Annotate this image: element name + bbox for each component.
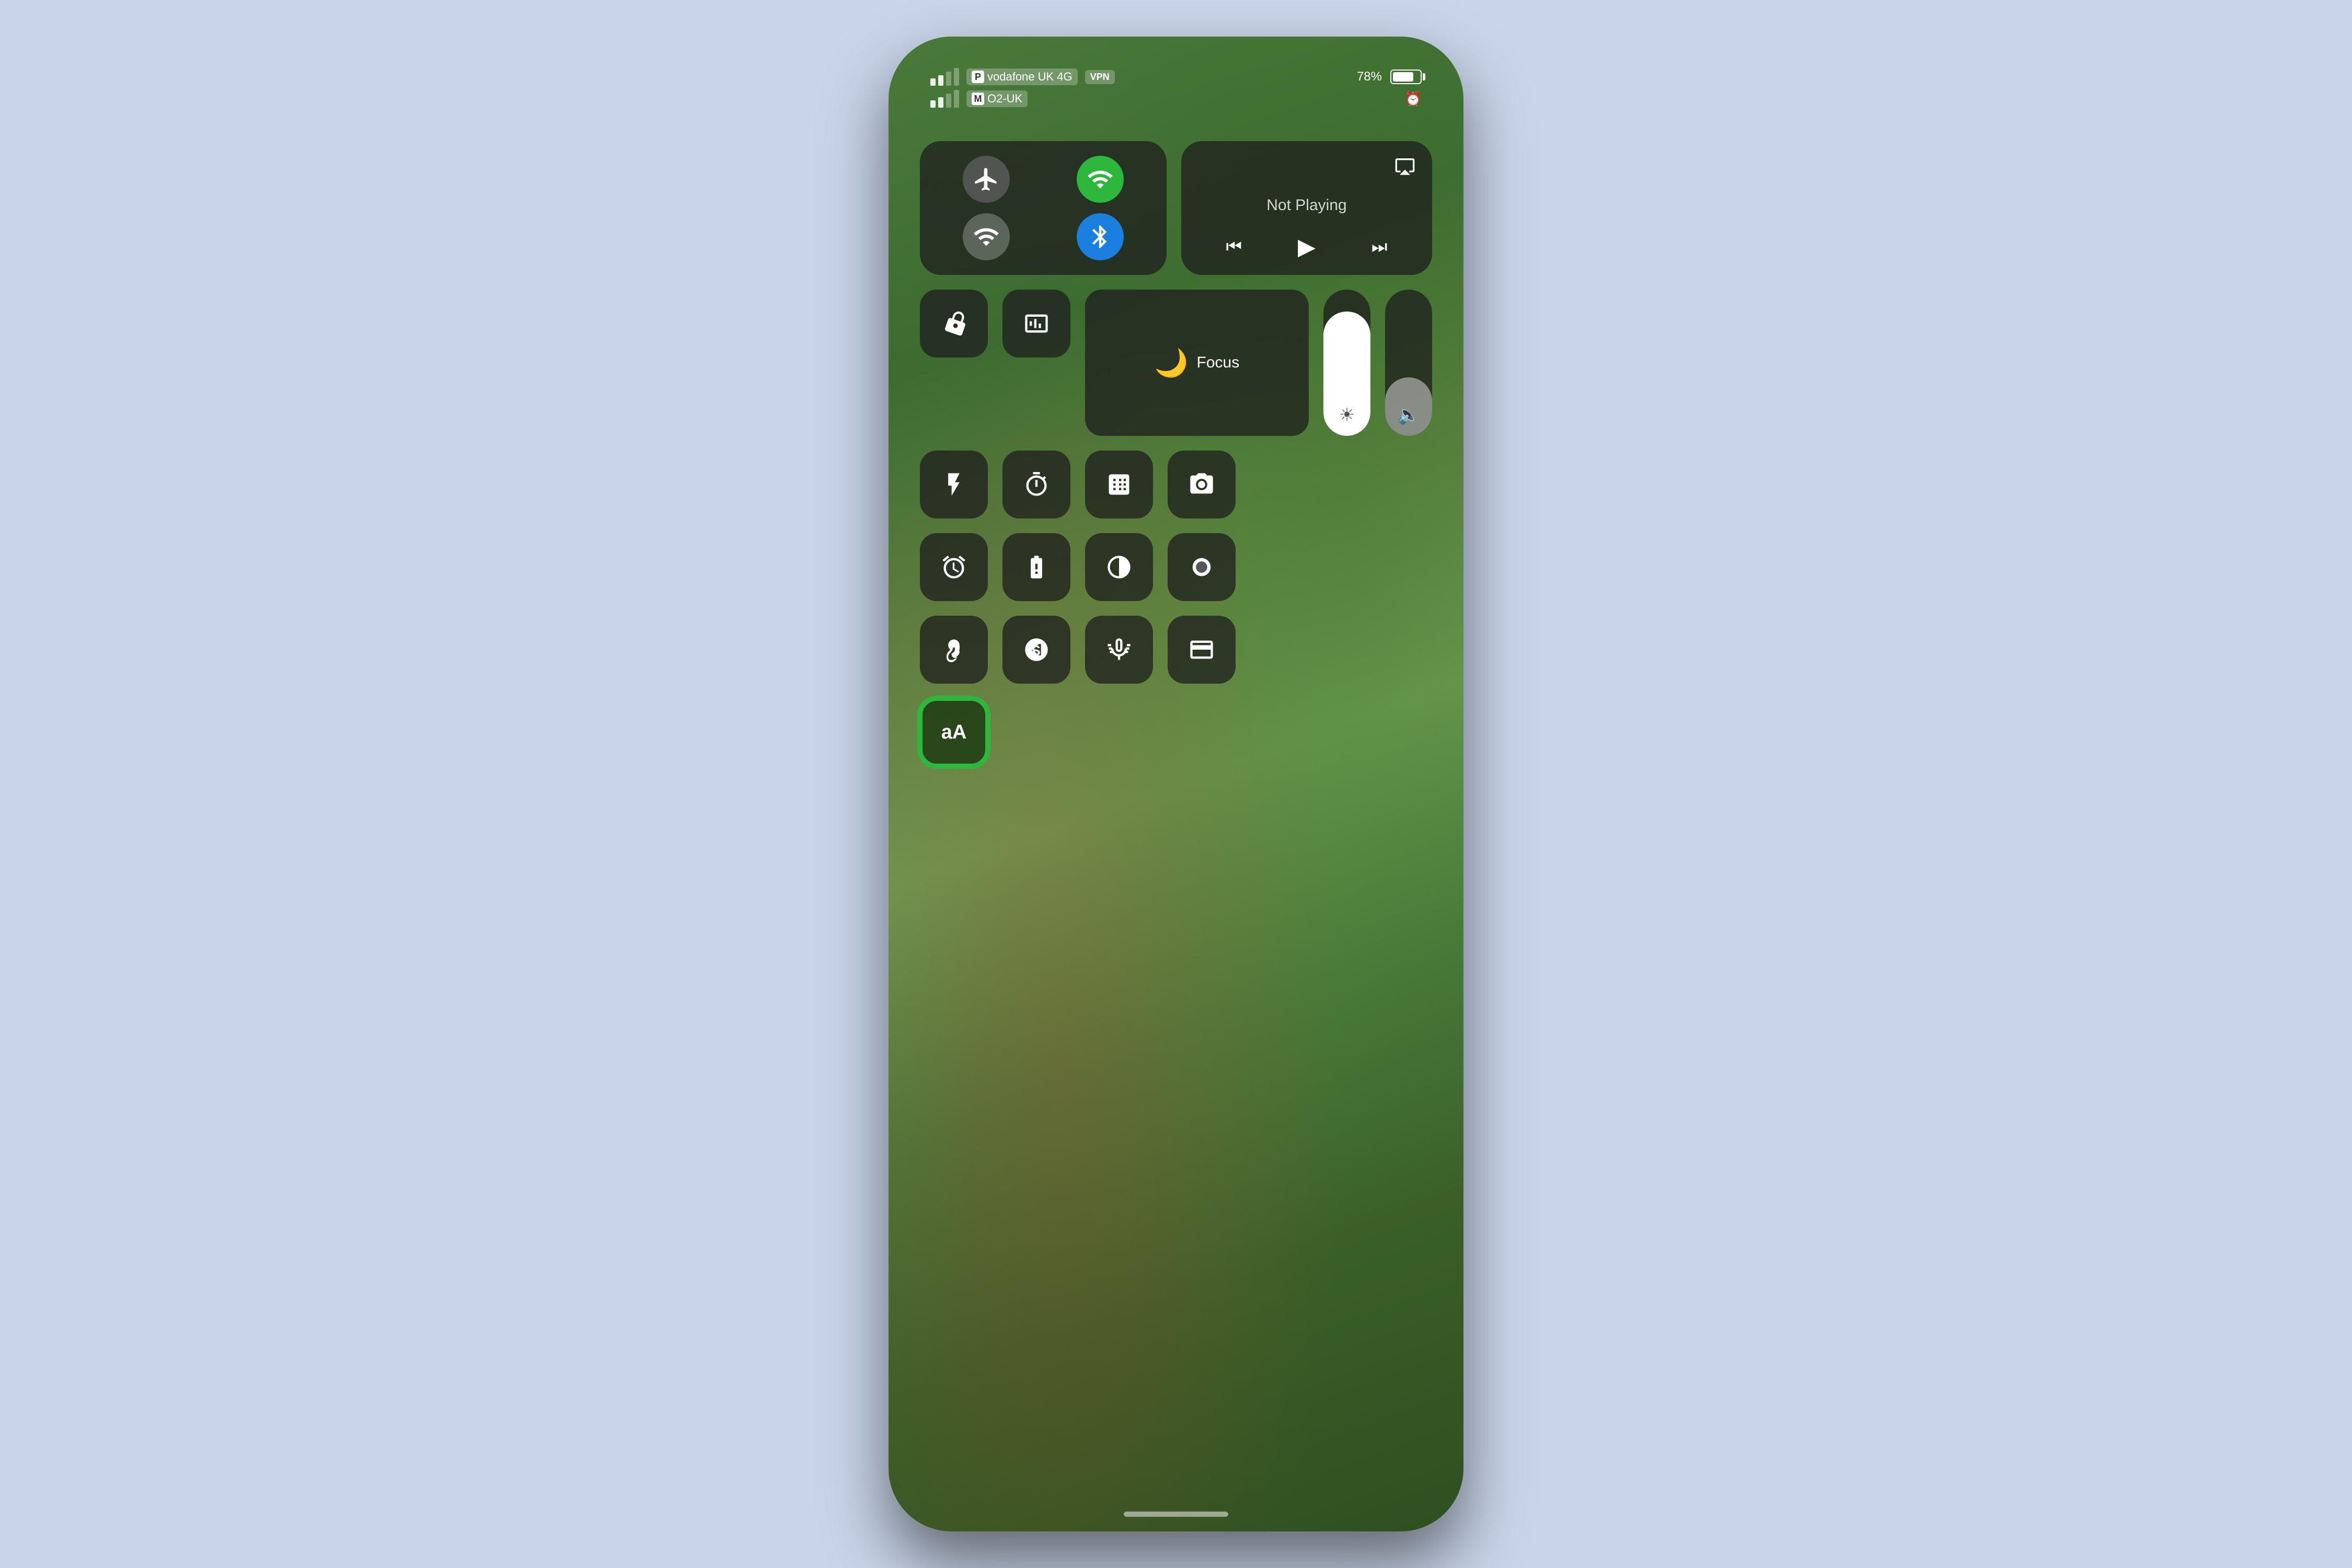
now-playing-panel[interactable]: Not Playing ⏮ ▶ ⏭	[1181, 141, 1432, 275]
signal-bar	[938, 75, 943, 86]
calculator-icon	[1105, 471, 1133, 498]
screen-mirror-button[interactable]	[1002, 290, 1070, 358]
screen-record-button[interactable]	[1168, 533, 1236, 601]
prev-button[interactable]: ⏮	[1226, 237, 1242, 257]
flashlight-icon	[940, 471, 967, 498]
battery-percentage: 78%	[1357, 70, 1382, 84]
airplane-icon	[973, 166, 1000, 193]
now-playing-header	[1198, 156, 1415, 177]
control-center: Not Playing ⏮ ▶ ⏭	[920, 141, 1432, 1479]
alarm-icon	[940, 554, 967, 581]
alarm-status-icon: ⏰	[1405, 91, 1422, 107]
moon-icon: 🌙	[1155, 347, 1189, 379]
hearing-button[interactable]	[920, 616, 988, 684]
signal-bar	[954, 90, 959, 108]
shazam-button[interactable]: S	[1002, 616, 1070, 684]
status-row-1: P vodafone UK 4G VPN 78%	[930, 68, 1422, 86]
icon-row-6: aA	[920, 698, 1432, 766]
connectivity-panel[interactable]	[920, 141, 1167, 275]
carrier-1-letter: P	[972, 71, 984, 83]
icon-row-4	[920, 533, 1432, 601]
brightness-icon: ☀	[1339, 405, 1355, 436]
icon-row-5: S	[920, 616, 1432, 684]
sound-recognition-button[interactable]	[1085, 616, 1153, 684]
volume-icon: 🔈	[1398, 405, 1420, 436]
wifi-icon	[973, 223, 1000, 250]
signal-bars-1	[930, 68, 959, 86]
wifi-button[interactable]	[963, 213, 1010, 260]
carrier-2-badge: M O2-UK	[966, 90, 1028, 107]
screen-mirror-icon	[1023, 310, 1050, 337]
timer-button[interactable]	[1002, 451, 1070, 518]
alarm-button[interactable]	[920, 533, 988, 601]
status-right-2: ⏰	[1405, 91, 1422, 107]
signal-bar	[946, 72, 951, 86]
airplane-mode-button[interactable]	[963, 156, 1010, 203]
status-right-1: 78%	[1357, 70, 1422, 84]
brightness-slider[interactable]: ☀	[1323, 290, 1370, 436]
signal-bar	[930, 78, 936, 86]
now-playing-title: Not Playing	[1198, 177, 1415, 234]
signal-bar	[954, 68, 959, 86]
focus-button[interactable]: 🌙 Focus	[1085, 290, 1309, 436]
cellular-icon	[1087, 166, 1114, 193]
orientation-lock-button[interactable]	[920, 290, 988, 358]
sliders-container: ☀ 🔈	[1323, 290, 1432, 436]
next-button[interactable]: ⏭	[1371, 237, 1388, 257]
carrier-2-letter: M	[972, 93, 984, 105]
aa-label: aA	[941, 721, 967, 744]
playback-controls: ⏮ ▶ ⏭	[1198, 234, 1415, 260]
camera-icon	[1188, 471, 1215, 498]
battery-widget-button[interactable]	[1002, 533, 1070, 601]
status-bar: P vodafone UK 4G VPN 78%	[930, 68, 1422, 108]
sound-recognition-icon	[1105, 636, 1133, 663]
dark-mode-button[interactable]	[1085, 533, 1153, 601]
orientation-lock-icon	[940, 308, 970, 338]
signal-bar	[946, 94, 951, 108]
bluetooth-icon	[1087, 223, 1114, 250]
focus-label: Focus	[1197, 354, 1240, 372]
signal-bars-2	[930, 90, 959, 108]
battery-fill	[1393, 72, 1413, 82]
camera-button[interactable]	[1168, 451, 1236, 518]
phone-screen: P vodafone UK 4G VPN 78%	[889, 37, 1463, 1531]
signal-bar	[930, 100, 936, 108]
home-indicator[interactable]	[1124, 1512, 1228, 1517]
flashlight-button[interactable]	[920, 451, 988, 518]
bluetooth-button[interactable]	[1077, 213, 1124, 260]
play-button[interactable]: ▶	[1298, 234, 1316, 260]
wallet-icon	[1188, 636, 1215, 663]
text-size-button[interactable]: aA	[920, 698, 988, 766]
dark-mode-icon	[1105, 554, 1133, 581]
status-left-1: P vodafone UK 4G VPN	[930, 68, 1115, 86]
second-row: 🌙 Focus ☀ 🔈	[920, 290, 1432, 436]
wallet-button[interactable]	[1168, 616, 1236, 684]
status-row-2: M O2-UK ⏰	[930, 90, 1422, 108]
airplay-icon[interactable]	[1394, 156, 1415, 177]
battery-icon	[1390, 70, 1422, 84]
carrier-2-name: O2-UK	[987, 92, 1022, 106]
signal-bar	[938, 97, 943, 108]
timer-icon	[1023, 471, 1050, 498]
volume-slider[interactable]: 🔈	[1385, 290, 1432, 436]
top-row: Not Playing ⏮ ▶ ⏭	[920, 141, 1432, 275]
svg-text:S: S	[1031, 642, 1041, 659]
battery-widget-icon	[1023, 554, 1050, 581]
hearing-icon	[940, 636, 967, 663]
carrier-1-badge: P vodafone UK 4G	[966, 68, 1078, 85]
calculator-button[interactable]	[1085, 451, 1153, 518]
carrier-1-name: vodafone UK 4G	[987, 70, 1073, 84]
vpn-badge: VPN	[1085, 70, 1115, 84]
shazam-icon: S	[1023, 636, 1050, 663]
screen-record-icon	[1188, 554, 1215, 581]
cellular-button[interactable]	[1077, 156, 1124, 203]
icon-row-3	[920, 451, 1432, 518]
status-left-2: M O2-UK	[930, 90, 1028, 108]
